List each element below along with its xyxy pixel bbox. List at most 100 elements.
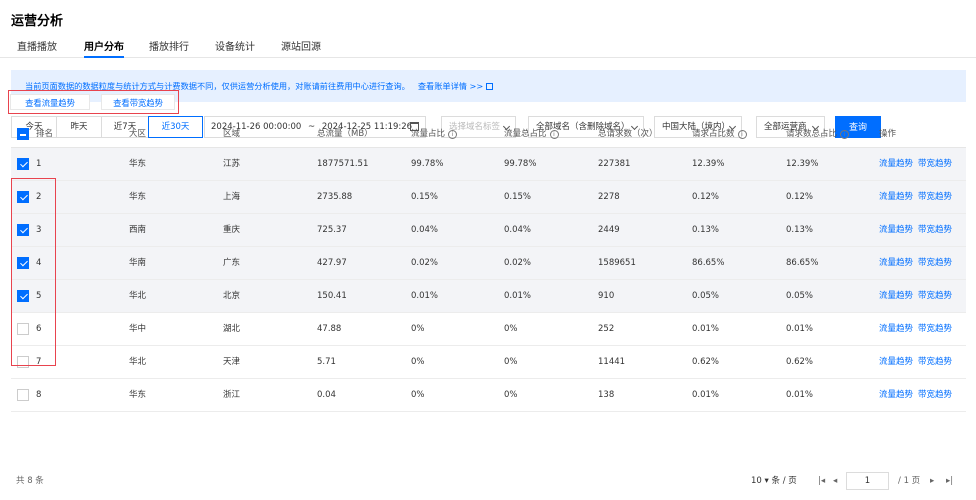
row-checkbox[interactable] <box>17 191 29 203</box>
col-area: 大区 <box>129 129 147 139</box>
cell-traffic-total-ratio: 0% <box>504 390 518 400</box>
traffic-trend-link[interactable]: 流量趋势 <box>879 148 913 180</box>
cell-traffic-ratio: 0% <box>411 390 425 400</box>
traffic-trend-link[interactable]: 流量趋势 <box>879 280 913 312</box>
cell-traffic-ratio: 0.15% <box>411 192 439 202</box>
next-page-button[interactable]: ▸ <box>930 470 934 492</box>
bandwidth-trend-link[interactable]: 带宽趋势 <box>918 148 952 180</box>
cell-total-requests: 138 <box>598 390 615 400</box>
cell-rank: 6 <box>36 324 42 334</box>
bandwidth-trend-link[interactable]: 带宽趋势 <box>918 346 952 378</box>
table-row: 5 华北 北京 150.41 0.01% 0.01% 910 0.05% 0.05% 流量趋势 带宽… <box>11 280 966 313</box>
cell-total-requests: 1589651 <box>598 258 636 268</box>
bandwidth-trend-link[interactable]: 带宽趋势 <box>918 214 952 246</box>
cell-traffic-total-ratio: 0.04% <box>504 225 532 235</box>
info-icon[interactable]: i <box>840 130 850 139</box>
cell-total-traffic: 150.41 <box>317 291 347 301</box>
table-row: 1 华东 江苏 1877571.51 99.78% 99.78% 227381 12.39% 1… <box>11 148 966 181</box>
tab-play-ranking[interactable]: 播放排行 <box>149 38 189 58</box>
cell-request-total-ratio: 12.39% <box>786 159 819 169</box>
row-checkbox[interactable] <box>17 257 29 269</box>
cell-total-requests: 2449 <box>598 225 620 235</box>
col-region: 区域 <box>223 129 241 139</box>
table-row: 7 华北 天津 5.71 0% 0% 11441 0.62% 0.62% 流量趋势 带宽趋势 <box>11 346 966 379</box>
info-icon[interactable]: i <box>737 130 747 139</box>
row-checkbox[interactable] <box>17 290 29 302</box>
billing-detail-link[interactable]: 查看账单详情 >> <box>418 81 483 91</box>
tab-live-play[interactable]: 直播播放 <box>17 38 57 58</box>
table-row: 8 华东 浙江 0.04 0% 0% 138 0.01% 0.01% 流量趋势 带宽趋势 <box>11 379 966 412</box>
cell-request-total-ratio: 0.01% <box>786 324 814 334</box>
select-all-checkbox[interactable] <box>17 128 29 140</box>
col-actions: 操作 <box>879 129 897 139</box>
cell-region: 天津 <box>223 357 241 367</box>
bandwidth-trend-link[interactable]: 带宽趋势 <box>918 379 952 411</box>
row-checkbox[interactable] <box>17 158 29 170</box>
row-checkbox[interactable] <box>17 224 29 236</box>
traffic-trend-link[interactable]: 流量趋势 <box>879 379 913 411</box>
cell-request-ratio: 0.62% <box>692 357 720 367</box>
bandwidth-trend-link[interactable]: 带宽趋势 <box>918 181 952 213</box>
table-row: 2 华东 上海 2735.88 0.15% 0.15% 2278 0.12% 0.12% 流量趋势… <box>11 181 966 214</box>
cell-rank: 5 <box>36 291 42 301</box>
col-rank: 排名 <box>36 129 54 139</box>
traffic-trend-link[interactable]: 流量趋势 <box>879 181 913 213</box>
traffic-trend-link[interactable]: 流量趋势 <box>879 346 913 378</box>
cell-request-total-ratio: 0.13% <box>786 225 814 235</box>
cell-total-requests: 11441 <box>598 357 626 367</box>
row-checkbox[interactable] <box>17 389 29 401</box>
traffic-trend-link[interactable]: 流量趋势 <box>879 247 913 279</box>
cell-total-traffic: 1877571.51 <box>317 159 369 169</box>
table-row: 6 华中 湖北 47.88 0% 0% 252 0.01% 0.01% 流量趋势 带宽趋势 <box>11 313 966 346</box>
page-size-select[interactable]: 10 ▾ 条 / 页 <box>751 470 797 492</box>
row-checkbox[interactable] <box>17 323 29 335</box>
last-page-button[interactable]: ▸| <box>946 470 953 492</box>
col-traffic-ratio: 流量占比 i <box>411 120 458 148</box>
trend-buttons-highlight: 查看流量趋势 查看带宽趋势 <box>8 90 179 114</box>
traffic-trend-link[interactable]: 流量趋势 <box>879 214 913 246</box>
tab-user-distribution[interactable]: 用户分布 <box>84 38 124 58</box>
cell-traffic-total-ratio: 0% <box>504 324 518 334</box>
cell-area: 华东 <box>129 159 147 169</box>
tab-origin-pull[interactable]: 源站回源 <box>281 38 321 58</box>
cell-region: 北京 <box>223 291 241 301</box>
table-row: 4 华南 广东 427.97 0.02% 0.02% 1589651 86.65% 86.65%… <box>11 247 966 280</box>
page-title: 运营分析 <box>11 14 64 29</box>
cell-area: 华中 <box>129 324 147 334</box>
cell-traffic-ratio: 0.04% <box>411 225 439 235</box>
bandwidth-trend-link[interactable]: 带宽趋势 <box>918 247 952 279</box>
view-bandwidth-trend-button[interactable]: 查看带宽趋势 <box>101 94 175 110</box>
cell-traffic-ratio: 0.01% <box>411 291 439 301</box>
pagination-bar: 共 8 条 10 ▾ 条 / 页 |◂ ◂ / 1 页 ▸ ▸| <box>0 470 976 500</box>
bandwidth-trend-link[interactable]: 带宽趋势 <box>918 313 952 345</box>
cell-total-traffic: 427.97 <box>317 258 347 268</box>
cell-area: 华北 <box>129 291 147 301</box>
col-traffic-total-ratio: 流量总占比 i <box>504 120 559 148</box>
cell-request-ratio: 0.01% <box>692 324 720 334</box>
cell-traffic-total-ratio: 0.15% <box>504 192 532 202</box>
cell-request-total-ratio: 86.65% <box>786 258 819 268</box>
external-link-icon <box>486 83 494 90</box>
cell-rank: 2 <box>36 192 42 202</box>
info-icon[interactable]: i <box>448 130 458 139</box>
table-row: 3 西南 重庆 725.37 0.04% 0.04% 2449 0.13% 0.13% 流量趋势带… <box>11 214 966 247</box>
prev-page-button[interactable]: ◂ <box>833 470 837 492</box>
range-30days-button[interactable]: 近30天 <box>148 116 203 138</box>
page-number-input[interactable] <box>846 472 889 490</box>
cell-total-traffic: 2735.88 <box>317 192 353 202</box>
first-page-button[interactable]: |◂ <box>818 470 825 492</box>
view-traffic-trend-button[interactable]: 查看流量趋势 <box>10 94 90 110</box>
cell-traffic-total-ratio: 0.02% <box>504 258 532 268</box>
row-checkbox[interactable] <box>17 356 29 368</box>
chevron-down-icon: ▾ <box>761 476 772 486</box>
traffic-trend-link[interactable]: 流量趋势 <box>879 313 913 345</box>
bandwidth-trend-link[interactable]: 带宽趋势 <box>918 280 952 312</box>
col-total-traffic: 总流量（MB） <box>317 129 373 139</box>
tab-device-stats[interactable]: 设备统计 <box>215 38 255 58</box>
cell-request-total-ratio: 0.05% <box>786 291 814 301</box>
cell-total-traffic: 725.37 <box>317 225 347 235</box>
info-icon[interactable]: i <box>549 130 559 139</box>
cell-total-requests: 2278 <box>598 192 620 202</box>
cell-area: 华东 <box>129 192 147 202</box>
cell-total-requests: 910 <box>598 291 615 301</box>
